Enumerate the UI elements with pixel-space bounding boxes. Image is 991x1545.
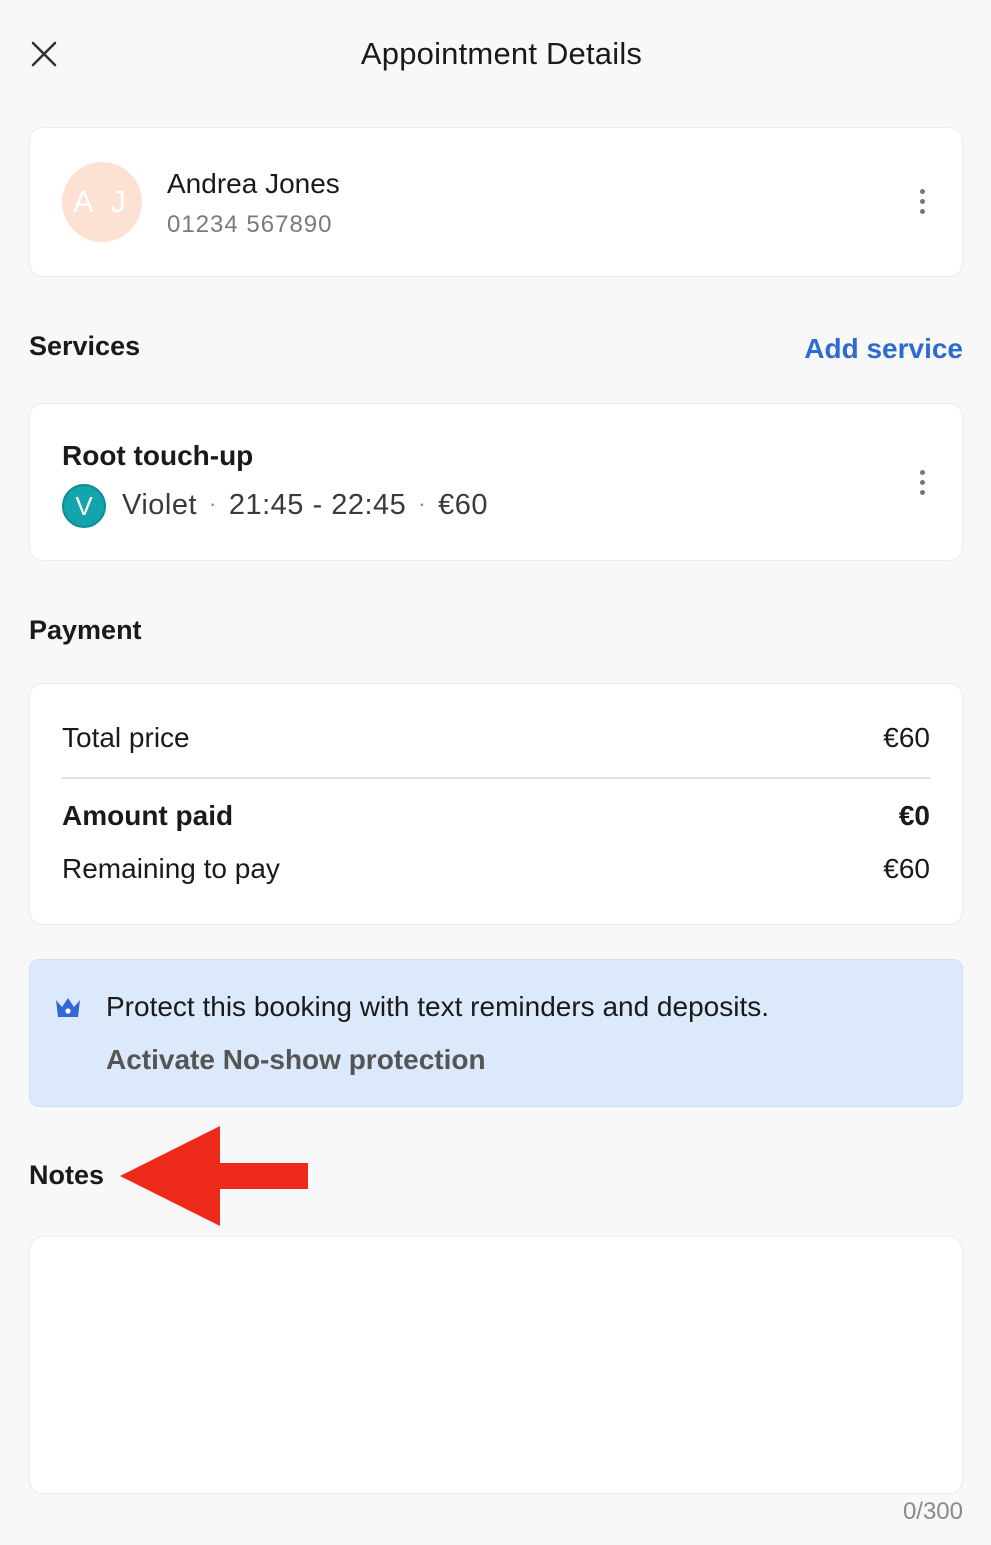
total-price-label: Total price <box>62 722 190 753</box>
service-meta: Violet · 21:45 - 22:45 · €60 <box>122 489 488 522</box>
crown-icon <box>56 998 80 1017</box>
appointment-details-page: Appointment Details A J Andrea Jones 012… <box>0 0 991 1545</box>
notes-section-title: Notes <box>29 1160 105 1190</box>
client-name: Andrea Jones <box>167 168 340 199</box>
page-title: Appointment Details <box>360 36 643 71</box>
activate-no-show-protection-link[interactable]: Activate No-show protection <box>106 1044 486 1076</box>
payment-card: Total price €60 Amount paid €0 Remaining… <box>29 683 963 925</box>
annotation-arrow-icon <box>120 1126 308 1226</box>
client-more-options-button[interactable] <box>906 181 938 221</box>
add-service-link[interactable]: Add service <box>804 333 963 365</box>
service-more-options-button[interactable] <box>906 462 938 502</box>
staff-avatar: V <box>62 484 106 528</box>
service-price: €60 <box>438 489 488 521</box>
more-vertical-icon-dot <box>919 198 925 204</box>
header: Appointment Details <box>0 0 991 110</box>
no-show-protection-banner: Protect this booking with text reminders… <box>29 959 963 1107</box>
more-vertical-icon-dot <box>919 489 925 495</box>
promo-text: Protect this booking with text reminders… <box>106 991 770 1022</box>
service-name: Root touch-up <box>62 440 254 471</box>
services-section-title: Services <box>29 331 141 361</box>
notes-char-count: 0/300 <box>902 1498 963 1525</box>
remaining-value: €60 <box>883 853 930 884</box>
service-time: 21:45 - 22:45 <box>228 489 407 521</box>
more-vertical-icon-dot <box>919 208 925 214</box>
total-price-value: €60 <box>883 722 930 753</box>
payment-divider <box>62 777 930 779</box>
remaining-label: Remaining to pay <box>62 853 280 884</box>
more-vertical-icon <box>919 188 925 194</box>
remaining-row: Remaining to pay €60 <box>62 853 930 885</box>
more-vertical-icon-dot <box>919 479 925 485</box>
service-card[interactable]: Root touch-up V Violet · 21:45 - 22:45 · €60 <box>29 403 963 561</box>
avatar: A J <box>62 162 142 242</box>
more-vertical-icon <box>919 469 925 475</box>
amount-paid-value: €0 <box>898 800 930 831</box>
staff-name: Violet <box>122 489 198 521</box>
client-card[interactable]: A J Andrea Jones 01234 567890 <box>29 127 963 277</box>
separator-dot: · <box>418 491 427 516</box>
client-phone: 01234 567890 <box>167 211 333 238</box>
notes-input[interactable] <box>29 1236 963 1494</box>
payment-section-title: Payment <box>29 615 142 645</box>
separator-dot: · <box>209 491 217 516</box>
total-price-row: Total price €60 <box>62 722 930 754</box>
amount-paid-label: Amount paid <box>62 800 234 831</box>
amount-paid-row: Amount paid €0 <box>62 800 930 832</box>
